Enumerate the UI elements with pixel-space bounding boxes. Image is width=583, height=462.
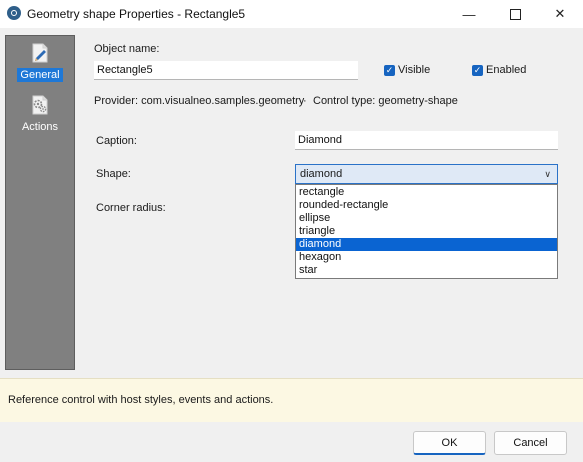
- shape-option-star[interactable]: star: [296, 264, 557, 277]
- description-text: Reference control with host styles, even…: [8, 394, 274, 406]
- object-name-input[interactable]: Rectangle5: [94, 61, 358, 80]
- object-name-label: Object name:: [94, 43, 160, 55]
- app-icon: [7, 6, 21, 20]
- shape-option-triangle[interactable]: triangle: [296, 225, 557, 238]
- checkmark-icon: ✓: [384, 64, 395, 76]
- sidebar-item-actions[interactable]: Actions: [6, 90, 74, 138]
- visible-checkbox[interactable]: ✓ Visible: [384, 64, 430, 76]
- maximize-icon: [509, 8, 521, 20]
- chevron-down-icon: ∨: [544, 169, 551, 179]
- caption-label: Caption:: [96, 135, 137, 147]
- control-type-text: Control type: geometry-shape: [313, 95, 458, 107]
- sidebar-item-label: Actions: [21, 121, 59, 133]
- minimize-icon: —: [462, 6, 476, 22]
- shape-option-rectangle[interactable]: rectangle: [296, 186, 557, 199]
- pencil-page-icon: [32, 43, 48, 63]
- title-bar: Geometry shape Properties - Rectangle5 —…: [0, 0, 583, 28]
- enabled-label: Enabled: [486, 64, 527, 76]
- corner-radius-label: Corner radius:: [96, 202, 166, 214]
- shape-option-diamond[interactable]: diamond: [296, 238, 557, 251]
- cancel-button[interactable]: Cancel: [494, 431, 567, 455]
- shape-dropdown-list: rectangle rounded-rectangle ellipse tria…: [295, 184, 558, 279]
- maximize-button[interactable]: [492, 0, 538, 28]
- close-button[interactable]: ✕: [537, 0, 583, 28]
- caption-input[interactable]: Diamond: [295, 131, 558, 150]
- minimize-button[interactable]: —: [446, 0, 492, 28]
- description-panel: Reference control with host styles, even…: [0, 378, 583, 422]
- shape-label: Shape:: [96, 168, 131, 180]
- sidebar-item-label: General: [17, 68, 63, 82]
- gears-page-icon: [32, 95, 48, 115]
- separator-dot: ·: [303, 95, 307, 107]
- checkmark-icon: ✓: [472, 64, 483, 76]
- sidebar-item-general[interactable]: General: [6, 38, 74, 86]
- enabled-checkbox[interactable]: ✓ Enabled: [472, 64, 526, 76]
- visible-label: Visible: [398, 64, 431, 76]
- shape-select-value: diamond: [300, 168, 343, 180]
- shape-option-rounded-rectangle[interactable]: rounded-rectangle: [296, 199, 557, 212]
- sidebar: General Actions: [5, 35, 75, 370]
- provider-text: Provider: com.visualneo.samples.geometry: [94, 95, 305, 107]
- shape-select[interactable]: diamond ∨: [295, 164, 558, 184]
- ok-button[interactable]: OK: [413, 431, 486, 455]
- window-title: Geometry shape Properties - Rectangle5: [27, 7, 246, 21]
- shape-option-hexagon[interactable]: hexagon: [296, 251, 557, 264]
- shape-option-ellipse[interactable]: ellipse: [296, 212, 557, 225]
- close-icon: ✕: [554, 6, 566, 21]
